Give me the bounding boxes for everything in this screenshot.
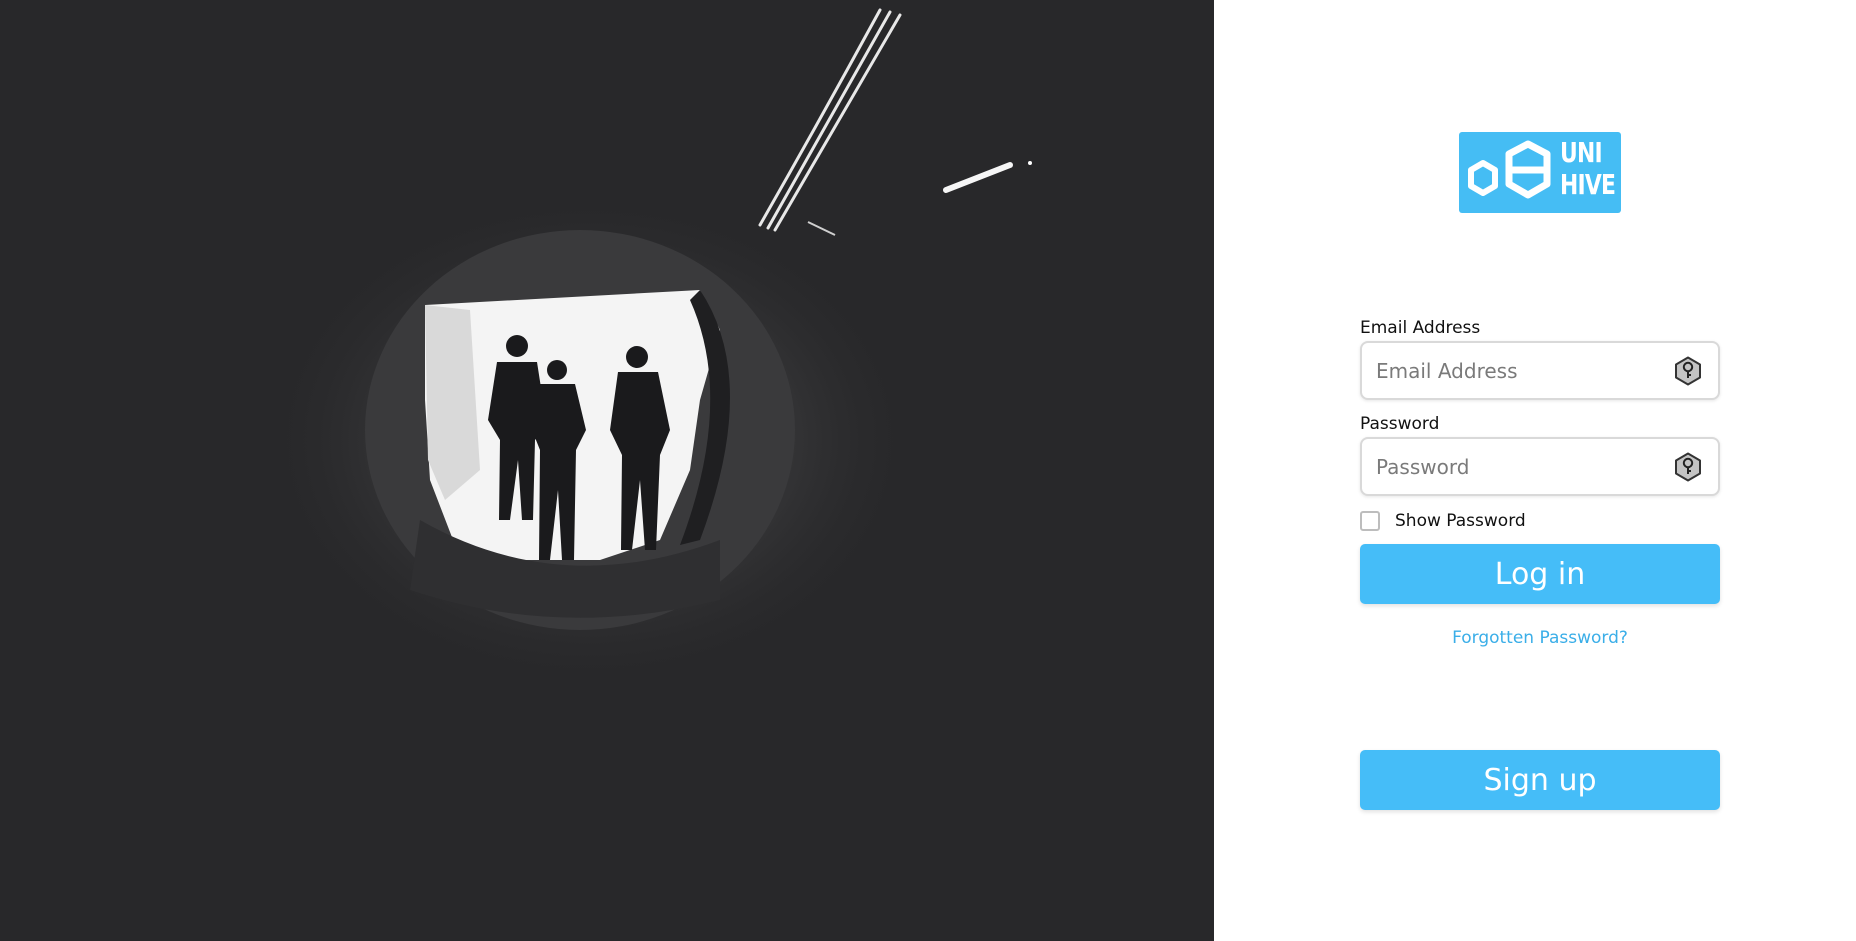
email-label: Email Address bbox=[1360, 318, 1481, 338]
signup-button[interactable]: Sign up bbox=[1360, 750, 1720, 810]
hex-key-icon bbox=[1675, 452, 1701, 482]
email-field[interactable] bbox=[1362, 343, 1676, 398]
login-panel: UNI HIVE Email Address Password bbox=[1214, 0, 1856, 941]
email-field-wrapper bbox=[1360, 341, 1720, 400]
show-password-label[interactable]: Show Password bbox=[1395, 511, 1526, 531]
login-button[interactable]: Log in bbox=[1360, 544, 1720, 604]
password-label: Password bbox=[1360, 414, 1440, 434]
tunnel-photo bbox=[0, 0, 1214, 941]
hive-logo-icon bbox=[1468, 140, 1551, 199]
hex-key-icon bbox=[1675, 356, 1701, 386]
login-form: Email Address Password bbox=[1360, 316, 1720, 648]
unihive-logo: UNI HIVE bbox=[1459, 132, 1621, 213]
logo-text-line2: HIVE bbox=[1560, 168, 1616, 201]
show-password-row: Show Password bbox=[1360, 506, 1720, 536]
show-password-checkbox[interactable] bbox=[1360, 511, 1380, 531]
password-field-wrapper bbox=[1360, 437, 1720, 496]
forgotten-password-link[interactable]: Forgotten Password? bbox=[1360, 628, 1720, 648]
logo-text-line1: UNI bbox=[1560, 136, 1603, 169]
logo-text: UNI HIVE bbox=[1560, 136, 1616, 201]
password-field[interactable] bbox=[1362, 439, 1676, 494]
hero-image bbox=[0, 0, 1214, 941]
login-page: UNI HIVE Email Address Password bbox=[0, 0, 1856, 941]
